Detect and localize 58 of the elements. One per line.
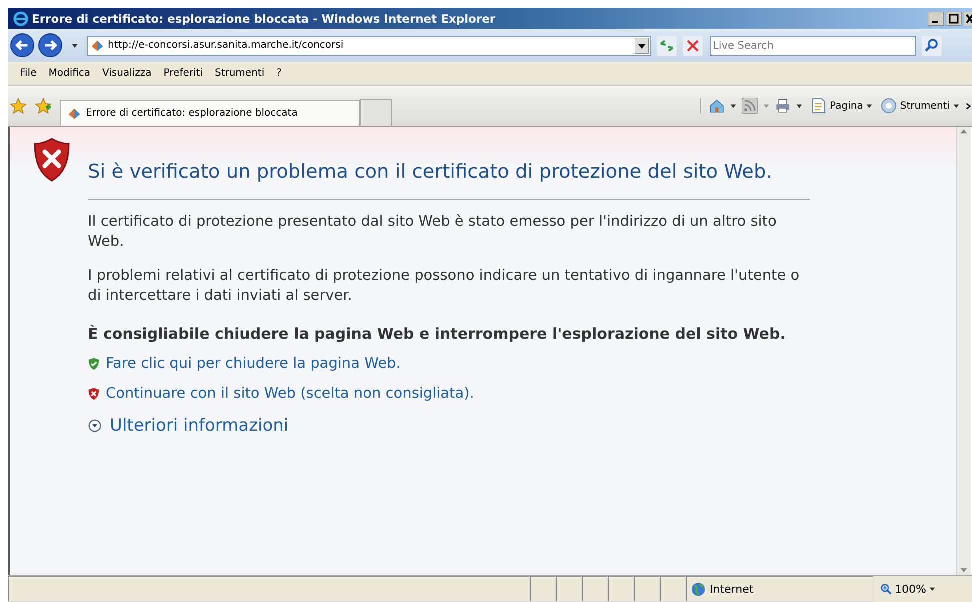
dropdown-button[interactable] [635,38,649,54]
add-favorite-icon[interactable] [35,98,52,114]
page-menu-button[interactable]: Pagina [830,100,864,112]
menu-item[interactable]: Visualizza [102,68,152,79]
status-panel [556,576,582,602]
caret-icon[interactable] [953,102,960,110]
back-button[interactable] [10,33,35,58]
more-info-toggle[interactable]: Ulteriori informazioni [88,416,810,436]
caret-icon[interactable] [929,586,936,592]
menu-item[interactable]: Modifica [48,68,91,79]
search-field[interactable]: Live Search [710,36,916,56]
vertical-scrollbar[interactable] [956,127,971,575]
window-title: Errore di certificato: esplorazione bloccata - Windows Internet Explorer [32,12,496,26]
zoom-level-button[interactable]: 100% [895,582,926,596]
expand-icon [88,419,102,433]
link[interactable]: Continuare con il sito Web (scelta non consigliata). [106,386,474,402]
status-panel [608,576,634,602]
favorites-star-icon[interactable] [10,98,27,114]
certificate-icon [90,38,105,53]
shield-check-icon [88,357,100,371]
shield-error-icon [32,137,72,183]
status-panel [634,576,660,602]
home-button[interactable] [709,98,726,114]
browser-tab[interactable]: Errore di certificato: esplorazione bloccata [60,100,360,126]
refresh-button[interactable] [657,36,677,56]
security-zone-label: Internet [710,582,754,596]
link[interactable]: Fare clic qui per chiudere la pagina Web. [106,356,401,372]
error-description: Il certificato di protezione presentato dal sito Web è stato emesso per l'indirizzo di un altro sito Web. [88,213,778,252]
globe-icon [691,582,706,596]
shield-error-icon [88,387,100,401]
menu-item[interactable]: ? [276,68,282,79]
page-icon [811,98,828,114]
status-panel [582,576,608,602]
search-button[interactable] [922,36,942,56]
dropdown-icon[interactable] [71,42,79,50]
caret-icon[interactable] [866,102,874,110]
stop-button[interactable] [683,36,703,56]
error-heading: Si è verificato un problema con il certificato di protezione del sito Web. [88,161,774,183]
caret-icon[interactable] [730,102,738,110]
menu-item[interactable]: File [20,68,37,79]
browser-icon [13,10,29,26]
maximize-button[interactable] [946,12,962,26]
forward-button[interactable] [38,33,63,58]
zoom-icon [880,583,892,595]
minimize-button[interactable] [928,12,944,26]
tools-menu-button[interactable]: Strumenti [900,100,950,112]
recommendation-text: È consigliabile chiudere la pagina Web e interrompere l'esplorazione del sito Web. [88,324,787,344]
more-chevron-icon[interactable] [965,102,972,110]
menu-item[interactable]: Strumenti [214,68,265,79]
error-description: I problemi relativi al certificato di protezione possono indicare un tentativo di ingannare l'utente o di intercettare i dati inviati al server. [88,267,801,306]
certificate-icon [67,106,82,121]
close-button[interactable] [964,12,972,26]
menu-item[interactable]: Preferiti [164,68,203,79]
feed-button[interactable] [742,98,758,114]
gear-icon [881,98,898,114]
print-button[interactable] [775,98,792,114]
caret-icon[interactable] [796,102,804,110]
address-field[interactable]: http://e-concorsi.asur.sanita.marche.it/concorsi [87,36,651,56]
